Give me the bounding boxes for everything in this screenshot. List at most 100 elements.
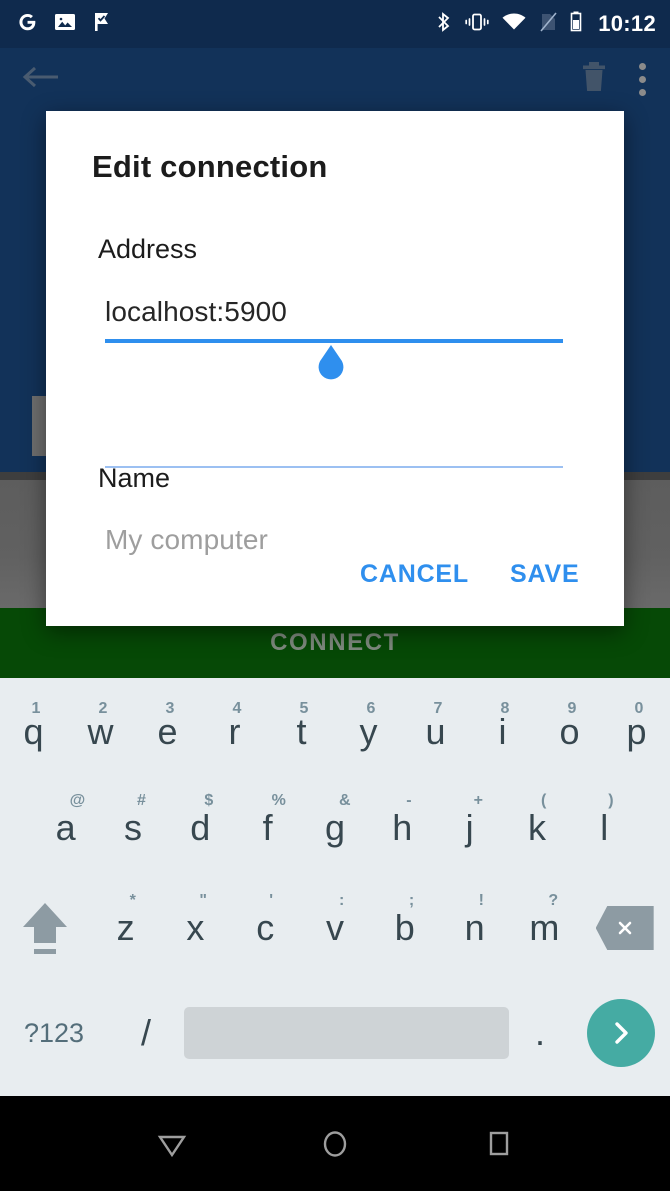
key-x[interactable]: " x — [161, 878, 231, 978]
key-d[interactable]: $ d — [167, 778, 234, 878]
backspace-icon[interactable] — [579, 878, 670, 978]
address-field-label: Address — [98, 234, 198, 264]
tasks-flag-check-icon — [90, 10, 114, 39]
key-a[interactable]: @ a — [32, 778, 99, 878]
name-input[interactable]: My computer — [105, 524, 268, 556]
key-p[interactable]: 0p — [603, 686, 670, 778]
wifi-icon — [501, 10, 527, 39]
slash-key-label: / — [140, 1012, 151, 1053]
key-main-label: x — [186, 907, 205, 948]
key-alt-label: % — [271, 792, 286, 809]
symbols-key[interactable]: ?123 — [0, 978, 108, 1088]
key-q[interactable]: 1q — [0, 686, 67, 778]
key-alt-label: 5 — [299, 700, 309, 717]
key-w[interactable]: 2w — [67, 686, 134, 778]
key-main-label: k — [527, 807, 546, 848]
key-s[interactable]: # s — [99, 778, 166, 878]
key-alt-label: # — [136, 792, 146, 809]
key-k[interactable]: (k — [503, 778, 570, 878]
key-main-label: e — [157, 711, 178, 752]
key-alt-label: 8 — [500, 700, 510, 717]
save-button[interactable]: SAVE — [510, 560, 579, 589]
key-i[interactable]: 8i — [469, 686, 536, 778]
nav-home-circle-icon[interactable] — [295, 1114, 375, 1174]
key-main-label: i — [498, 711, 507, 752]
space-key-surface — [184, 1007, 509, 1059]
key-b[interactable]: ; b — [370, 878, 440, 978]
key-l[interactable]: ) l — [571, 778, 638, 878]
key-main-label: v — [326, 907, 345, 948]
vibrate-icon — [464, 10, 490, 39]
key-alt-label: " — [199, 892, 208, 909]
period-key[interactable]: . — [509, 978, 571, 1088]
space-key[interactable] — [184, 978, 509, 1088]
key-main-label: l — [600, 807, 609, 848]
symbols-key-label: ?123 — [23, 1017, 85, 1048]
status-bar: 10:12 — [0, 0, 670, 48]
key-main-label: o — [559, 711, 580, 752]
keyboard-row-4: ?123 / . — [0, 978, 670, 1088]
key-main-label: h — [392, 807, 413, 848]
key-alt-label: 7 — [433, 700, 443, 717]
key-alt-label: 6 — [366, 700, 376, 717]
cancel-button[interactable]: CANCEL — [360, 560, 469, 589]
nav-recents-square-icon[interactable] — [458, 1114, 538, 1174]
key-main-label: p — [626, 711, 647, 752]
key-main-label: j — [465, 807, 474, 848]
key-alt-label: 0 — [634, 700, 644, 717]
key-alt-label: * — [129, 892, 136, 909]
key-main-label: n — [464, 907, 485, 948]
text-cursor-handle[interactable] — [307, 341, 355, 389]
key-alt-label: ! — [478, 892, 484, 909]
key-c[interactable]: ' c — [230, 878, 300, 978]
trash-icon[interactable] — [579, 60, 609, 99]
key-main-label: f — [262, 807, 273, 848]
key-alt-label: 1 — [31, 700, 41, 717]
nav-back-triangle-icon[interactable] — [132, 1114, 212, 1174]
keyboard-row-3: * z " x ' c :v ; b ! n ? m — [0, 878, 670, 978]
key-r[interactable]: 4r — [201, 686, 268, 778]
key-y[interactable]: 6y — [335, 686, 402, 778]
background-list-item-marker — [32, 396, 46, 456]
key-t[interactable]: 5t — [268, 686, 335, 778]
no-sim-icon — [538, 10, 558, 39]
back-arrow-icon[interactable] — [20, 61, 62, 98]
key-m[interactable]: ? m — [510, 878, 580, 978]
key-f[interactable]: % f — [234, 778, 301, 878]
key-alt-label: & — [338, 792, 351, 809]
address-input[interactable]: localhost:5900 — [105, 296, 287, 328]
overflow-menu-icon[interactable] — [635, 59, 650, 100]
status-bar-left-icons — [14, 9, 114, 40]
name-field-underline — [105, 466, 563, 468]
key-main-label: u — [425, 711, 446, 752]
key-alt-label: + — [473, 792, 483, 809]
google-g-icon — [14, 9, 40, 40]
enter-key[interactable] — [571, 978, 670, 1088]
key-main-label: q — [23, 711, 44, 752]
key-n[interactable]: ! n — [440, 878, 510, 978]
key-e[interactable]: 3e — [134, 686, 201, 778]
key-alt-label: @ — [69, 792, 86, 809]
key-main-label: a — [55, 807, 76, 848]
key-v[interactable]: :v — [300, 878, 370, 978]
key-alt-label: 9 — [567, 700, 577, 717]
key-h[interactable]: -h — [369, 778, 436, 878]
status-bar-clock: 10:12 — [598, 11, 656, 36]
battery-icon — [569, 10, 583, 39]
shift-icon[interactable] — [0, 878, 91, 978]
slash-key[interactable]: / — [108, 978, 184, 1088]
key-alt-label: $ — [204, 792, 214, 809]
key-main-label: d — [190, 807, 211, 848]
key-alt-label: - — [406, 792, 412, 809]
app-bar — [0, 48, 670, 110]
key-alt-label: : — [339, 892, 345, 909]
key-u[interactable]: 7u — [402, 686, 469, 778]
period-key-label: . — [534, 1012, 545, 1053]
key-main-label: c — [256, 907, 275, 948]
key-g[interactable]: & g — [301, 778, 368, 878]
key-z[interactable]: * z — [91, 878, 161, 978]
key-alt-label: ? — [548, 892, 559, 909]
key-o[interactable]: 9o — [536, 686, 603, 778]
key-main-label: w — [87, 711, 114, 752]
key-j[interactable]: + j — [436, 778, 503, 878]
